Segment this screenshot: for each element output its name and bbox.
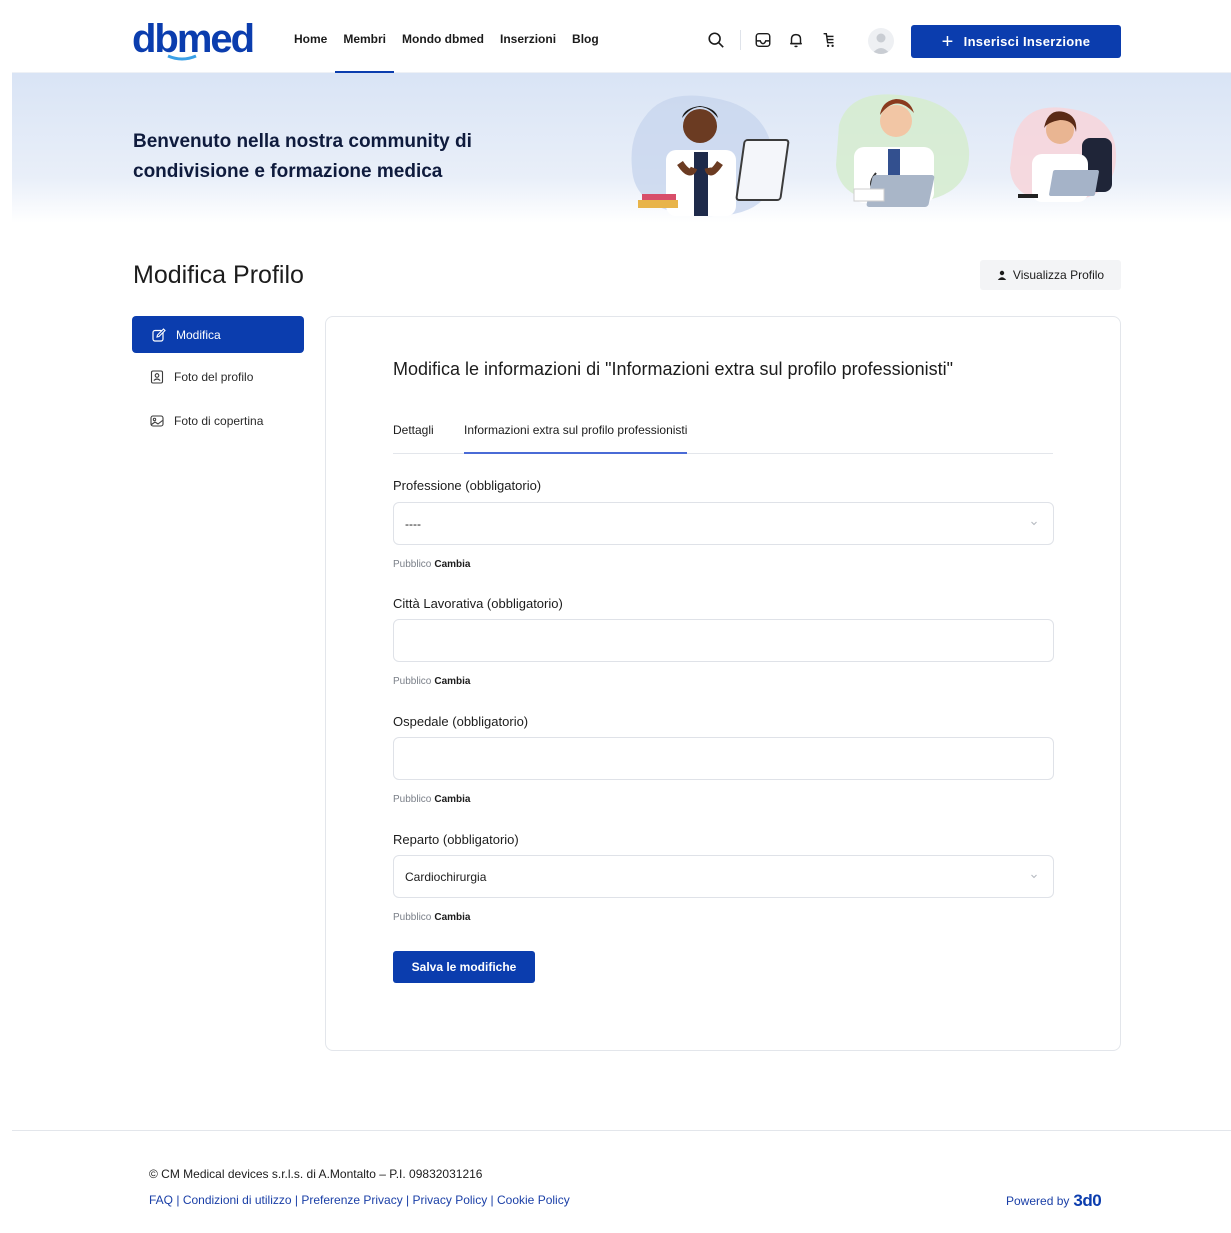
reparto-visibility: Pubblico Cambia — [393, 912, 470, 923]
form-title: Modifica le informazioni di "Informazion… — [393, 359, 954, 379]
search-icon[interactable] — [706, 30, 726, 50]
nav-membri[interactable]: Membri — [335, 32, 394, 73]
footer-link-faq[interactable]: FAQ — [149, 1193, 173, 1207]
professione-visibility: Pubblico Cambia — [393, 559, 470, 570]
visibility-text: Pubblico — [393, 794, 432, 805]
visibility-text: Pubblico — [393, 676, 432, 687]
hero-banner: Benvenuto nella nostra community di cond… — [12, 73, 1231, 223]
sidebar-item-label: Foto di copertina — [174, 414, 264, 428]
dbmed-logo[interactable]: dbmed — [132, 16, 264, 62]
nav-mondo-dbmed[interactable]: Mondo dbmed — [402, 32, 484, 46]
sidebar-item-label: Foto del profilo — [174, 370, 254, 384]
powered-by[interactable]: Powered by 3d0 — [1006, 1191, 1102, 1211]
add-listing-label: Inserisci Inserzione — [963, 34, 1091, 49]
footer-link-privacy-policy[interactable]: Privacy Policy — [413, 1193, 488, 1207]
visibility-text: Pubblico — [393, 559, 432, 570]
edit-icon — [152, 327, 166, 342]
add-listing-button[interactable]: + Inserisci Inserzione — [911, 25, 1121, 58]
header-divider — [740, 30, 741, 50]
powered-by-brand: 3d0 — [1073, 1191, 1102, 1210]
change-visibility-link[interactable]: Cambia — [434, 559, 470, 570]
tab-informazioni-extra[interactable]: Informazioni extra sul profilo professio… — [464, 423, 688, 454]
tab-dettagli[interactable]: Dettagli — [393, 423, 434, 437]
sidebar-item-label: Modifica — [176, 327, 221, 342]
chevron-down-icon — [1031, 521, 1037, 526]
plus-icon: + — [941, 30, 954, 53]
sidebar-item-modifica[interactable]: Modifica — [132, 316, 304, 353]
inbox-icon[interactable] — [753, 30, 773, 50]
professione-value: ---- — [405, 516, 421, 531]
professione-select[interactable]: ---- — [393, 502, 1054, 545]
change-visibility-link[interactable]: Cambia — [434, 794, 470, 805]
ospedale-input[interactable] — [393, 737, 1054, 780]
ospedale-label: Ospedale (obbligatorio) — [393, 714, 529, 729]
reparto-value: Cardiochirurgia — [405, 869, 487, 884]
page: dbmed Home Membri Mondo dbmed Inserzioni… — [12, 0, 1231, 1233]
header-icons — [706, 30, 839, 50]
nav-home[interactable]: Home — [294, 32, 327, 46]
professione-label: Professione (obbligatorio) — [393, 478, 542, 493]
edit-form-card: Modifica le informazioni di "Informazion… — [325, 316, 1121, 1051]
profile-photo-icon — [150, 370, 164, 384]
nav-inserzioni[interactable]: Inserzioni — [500, 32, 556, 46]
svg-text:dbmed: dbmed — [132, 17, 253, 61]
doctor-illustration-3 — [1010, 107, 1117, 203]
site-header: dbmed Home Membri Mondo dbmed Inserzioni… — [12, 0, 1231, 73]
sidebar-item-foto-profilo[interactable]: Foto del profilo — [150, 370, 253, 384]
bell-icon[interactable] — [786, 30, 806, 50]
footer-link-conditions[interactable]: Condizioni di utilizzo — [183, 1193, 292, 1207]
save-button[interactable]: Salva le modifiche — [393, 951, 535, 983]
nav-blog[interactable]: Blog — [572, 32, 599, 46]
ospedale-visibility: Pubblico Cambia — [393, 794, 470, 805]
reparto-select[interactable]: Cardiochirurgia — [393, 855, 1054, 898]
citta-lavorativa-label: Città Lavorativa (obbligatorio) — [393, 596, 563, 611]
form-tabs: Dettagli Informazioni extra sul profilo … — [393, 413, 1053, 454]
chevron-down-icon — [1031, 874, 1037, 879]
visibility-text: Pubblico — [393, 912, 432, 923]
site-footer: © CM Medical devices s.r.l.s. di A.Monta… — [12, 1130, 1231, 1233]
footer-links: FAQ | Condizioni di utilizzo | Preferenz… — [149, 1193, 570, 1207]
user-avatar[interactable] — [868, 28, 894, 54]
main-nav: Home Membri Mondo dbmed Inserzioni Blog — [294, 32, 615, 73]
user-icon — [997, 270, 1007, 280]
copyright-text: © CM Medical devices s.r.l.s. di A.Monta… — [149, 1167, 483, 1181]
cart-icon[interactable] — [819, 30, 839, 50]
footer-link-cookie-policy[interactable]: Cookie Policy — [497, 1193, 570, 1207]
hero-headline: Benvenuto nella nostra community di cond… — [133, 131, 472, 182]
citta-lavorativa-input[interactable] — [393, 619, 1054, 662]
doctor-illustration-2 — [836, 94, 970, 207]
view-profile-label: Visualizza Profilo — [1012, 268, 1105, 282]
doctor-illustration-1 — [631, 95, 790, 217]
change-visibility-link[interactable]: Cambia — [434, 912, 470, 923]
view-profile-button[interactable]: Visualizza Profilo — [980, 260, 1121, 290]
page-title: Modifica Profilo — [133, 261, 304, 289]
powered-by-text: Powered by — [1006, 1194, 1070, 1208]
change-visibility-link[interactable]: Cambia — [434, 676, 470, 687]
citta-lavorativa-visibility: Pubblico Cambia — [393, 676, 470, 687]
sidebar-item-foto-copertina[interactable]: Foto di copertina — [150, 414, 263, 428]
footer-link-privacy-prefs[interactable]: Preferenze Privacy — [301, 1193, 402, 1207]
reparto-label: Reparto (obbligatorio) — [393, 832, 519, 847]
cover-photo-icon — [150, 415, 164, 427]
